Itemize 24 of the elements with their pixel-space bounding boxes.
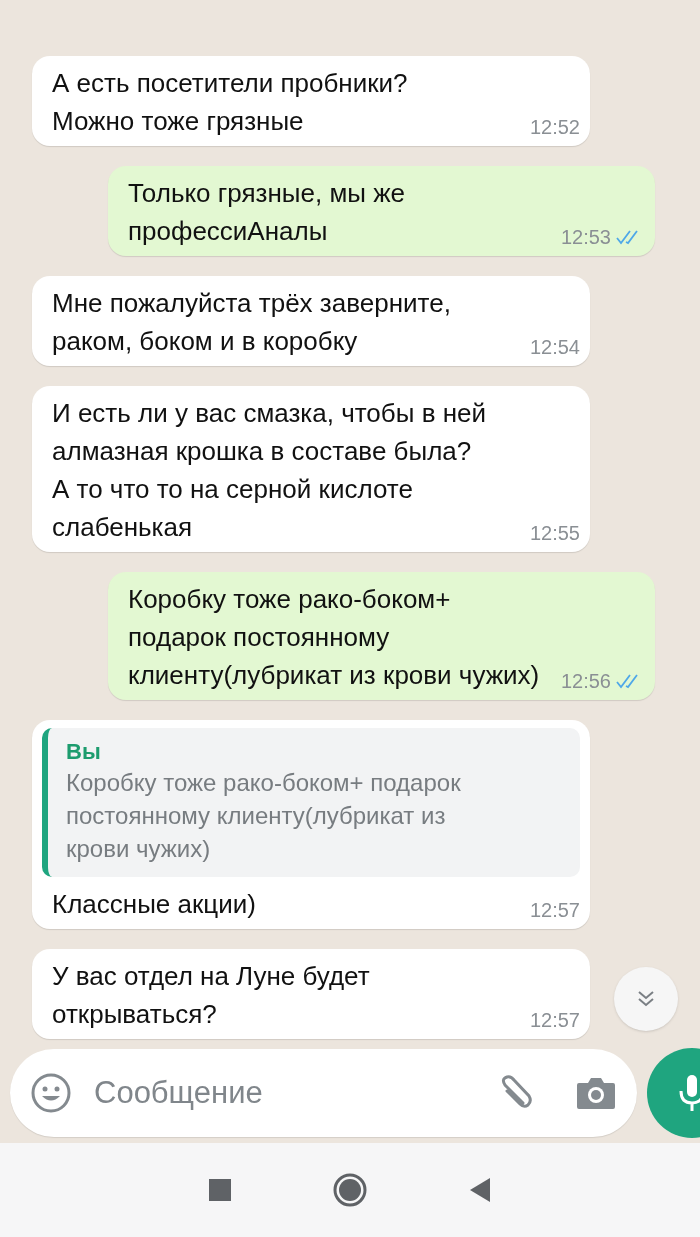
message-time: 12:57 xyxy=(529,1008,580,1033)
smiley-icon[interactable] xyxy=(30,1072,72,1114)
quote-text: Коробку тоже рако-боком+ подарок постоянному клиенту(лубрикат из крови чужих) xyxy=(66,768,462,864)
message-text: Классные акции) xyxy=(52,888,256,921)
quote-author: Вы xyxy=(66,738,102,766)
quoted-message[interactable]: Вы Коробку тоже рако-боком+ подарок постоянному клиенту(лубрикат из крови чужих) xyxy=(42,728,580,877)
message-text: У вас отдел на Луне будет открываться? xyxy=(52,960,370,1031)
message-text: Только грязные, мы же профессиАналы xyxy=(128,177,406,248)
message-text: И есть ли у вас смазка, чтобы в ней алмазная крошка в составе была? А то что то на серной кислоте слабенькая xyxy=(52,397,486,544)
message-time: 12:52 xyxy=(529,115,580,140)
message-field[interactable]: Сообщение xyxy=(10,1049,637,1137)
message-time: 12:56 xyxy=(560,669,611,694)
message-time: 12:55 xyxy=(529,521,580,546)
microphone-icon xyxy=(678,1073,700,1113)
back-icon[interactable] xyxy=(468,1177,492,1203)
message-time: 12:57 xyxy=(529,898,580,923)
message-input-field[interactable]: Сообщение xyxy=(94,1069,493,1117)
message-text: Мне пожалуйста трёх заверните, раком, боком и в коробку xyxy=(52,287,451,358)
home-icon[interactable] xyxy=(332,1172,368,1208)
message-text: А есть посетители пробники? Можно тоже грязные xyxy=(52,67,408,138)
recent-apps-icon[interactable] xyxy=(208,1178,232,1202)
message-time: 12:54 xyxy=(529,335,580,360)
message-time: 12:53 xyxy=(560,225,611,250)
message-text: Коробку тоже рако-боком+ подарок постоянному клиенту(лубрикат из крови чужих) xyxy=(128,583,540,692)
